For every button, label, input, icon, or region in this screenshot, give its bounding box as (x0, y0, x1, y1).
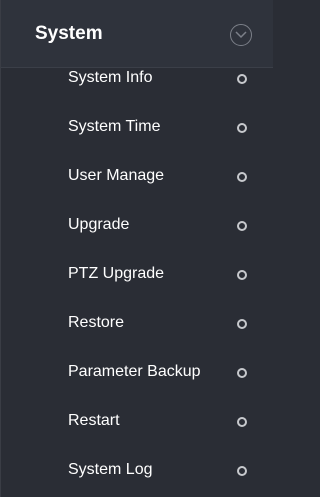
circle-outline-icon (237, 270, 247, 280)
circle-outline-icon (237, 221, 247, 231)
menu-item-label: Parameter Backup (68, 363, 201, 380)
menu-item-system-info[interactable]: System Info (1, 55, 274, 104)
circle-outline-icon (237, 368, 247, 378)
menu-item-ptz-upgrade[interactable]: PTZ Upgrade (1, 251, 274, 300)
chevron-circle-down-icon[interactable] (230, 24, 252, 46)
circle-outline-icon (237, 74, 247, 84)
menu-item-system-time[interactable]: System Time (1, 104, 274, 153)
menu-item-label: System Log (68, 461, 153, 478)
menu-item-restore[interactable]: Restore (1, 300, 274, 349)
menu-item-label: PTZ Upgrade (68, 265, 165, 282)
circle-outline-icon (237, 466, 247, 476)
menu-item-label: Restart (68, 412, 120, 429)
menu-item-upgrade[interactable]: Upgrade (1, 202, 274, 251)
circle-outline-icon (237, 172, 247, 182)
menu-item-user-manage[interactable]: User Manage (1, 153, 274, 202)
section-title: System (35, 23, 103, 44)
menu-item-system-log[interactable]: System Log (1, 447, 274, 496)
menu-item-label: User Manage (68, 167, 165, 184)
menu-item-label: System Info (68, 69, 153, 86)
system-sidebar-panel: System System Info System Time User Mana… (0, 0, 273, 497)
menu-item-parameter-backup[interactable]: Parameter Backup (1, 349, 274, 398)
menu-item-label: System Time (68, 118, 161, 135)
menu-item-label: Upgrade (68, 216, 130, 233)
circle-outline-icon (237, 417, 247, 427)
circle-outline-icon (237, 319, 247, 329)
menu-item-restart[interactable]: Restart (1, 398, 274, 447)
menu-item-label: Restore (68, 314, 125, 331)
circle-outline-icon (237, 123, 247, 133)
system-menu: System Info System Time User Manage Upgr… (1, 55, 274, 496)
